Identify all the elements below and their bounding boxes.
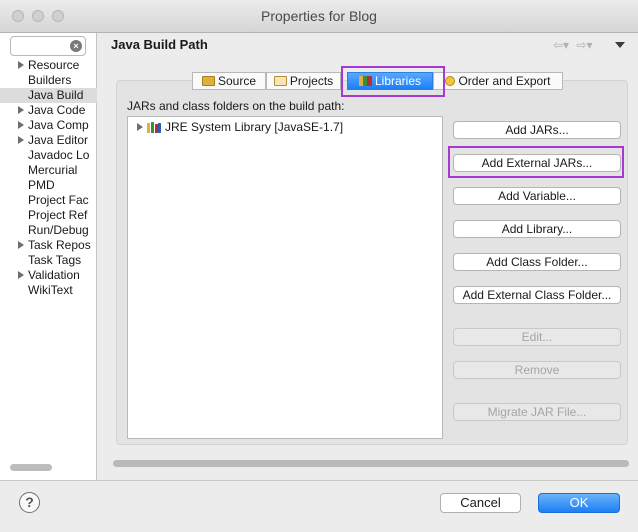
sidebar-item-label: Task Tags <box>28 253 82 267</box>
sidebar-item-task-repository[interactable]: Task Repos <box>0 238 97 253</box>
sidebar: × Resource Builders Java Build Java Code… <box>0 33 97 480</box>
add-external-class-folder-button[interactable]: Add External Class Folder... <box>453 286 621 304</box>
add-jars-button[interactable]: Add JARs... <box>453 121 621 139</box>
sidebar-item-pmd[interactable]: PMD <box>0 178 97 193</box>
add-library-button[interactable]: Add Library... <box>453 220 621 238</box>
sidebar-item-label: Java Build <box>28 88 84 102</box>
title-bar: Properties for Blog <box>0 0 638 33</box>
tab-order-and-export[interactable]: Order and Export <box>433 72 563 90</box>
sidebar-item-label: Validation <box>28 268 80 282</box>
sidebar-item-label: Task Repos <box>28 238 91 252</box>
sidebar-item-resource[interactable]: Resource <box>0 58 97 73</box>
tab-source[interactable]: Source <box>192 72 266 90</box>
sidebar-item-label: PMD <box>28 178 55 192</box>
help-button[interactable]: ? <box>19 492 40 513</box>
build-path-list[interactable]: JRE System Library [JavaSE-1.7] <box>127 116 443 439</box>
forward-arrow-icon[interactable]: ⇨▾ <box>576 38 592 52</box>
tab-label: Projects <box>289 74 334 88</box>
tab-label: Order and Export <box>458 74 551 88</box>
back-arrow-icon[interactable]: ⇦▾ <box>553 38 569 52</box>
tab-projects[interactable]: Projects <box>266 72 341 90</box>
sidebar-item-label: Run/Debug <box>28 223 89 237</box>
sidebar-item-label: Java Comp <box>28 118 89 132</box>
expand-arrow-icon[interactable] <box>137 123 143 131</box>
sidebar-item-task-tags[interactable]: Task Tags <box>0 253 97 268</box>
sidebar-item-mercurial[interactable]: Mercurial <box>0 163 97 178</box>
list-caption: JARs and class folders on the build path… <box>127 99 345 113</box>
add-class-folder-button[interactable]: Add Class Folder... <box>453 253 621 271</box>
navigation-arrows: ⇦▾ ⇨▾ <box>553 38 593 52</box>
window-title: Properties for Blog <box>261 8 377 24</box>
clear-filter-icon[interactable]: × <box>70 40 82 52</box>
sidebar-item-label: Resource <box>28 58 80 72</box>
sidebar-item-label: Project Ref <box>28 208 88 222</box>
add-variable-button[interactable]: Add Variable... <box>453 187 621 205</box>
sidebar-item-javadoc-location[interactable]: Javadoc Lo <box>0 148 97 163</box>
expand-arrow-icon[interactable] <box>18 121 24 129</box>
view-menu-icon[interactable] <box>615 42 625 48</box>
list-item[interactable]: JRE System Library [JavaSE-1.7] <box>128 117 442 137</box>
sidebar-item-label: WikiText <box>28 283 73 297</box>
filter-input[interactable]: × <box>10 36 86 56</box>
sidebar-item-label: Builders <box>28 73 72 87</box>
tab-label: Source <box>217 74 257 88</box>
sidebar-item-label: Java Editor <box>28 133 89 147</box>
sidebar-item-builders[interactable]: Builders <box>0 73 97 88</box>
order-export-icon <box>445 76 456 86</box>
add-external-jars-highlight <box>448 146 624 178</box>
footer-divider <box>0 480 638 481</box>
expand-arrow-icon[interactable] <box>18 241 24 249</box>
expand-arrow-icon[interactable] <box>18 106 24 114</box>
sidebar-item-label: Project Fac <box>28 193 89 207</box>
remove-button[interactable]: Remove <box>453 361 621 379</box>
sidebar-item-label: Mercurial <box>28 163 78 177</box>
expand-arrow-icon[interactable] <box>18 136 24 144</box>
jre-library-icon <box>147 122 161 133</box>
sidebar-item-project-facets[interactable]: Project Fac <box>0 193 97 208</box>
sidebar-item-java-compiler[interactable]: Java Comp <box>0 118 97 133</box>
expand-arrow-icon[interactable] <box>18 271 24 279</box>
page-title: Java Build Path <box>111 37 208 52</box>
cancel-button[interactable]: Cancel <box>440 493 521 513</box>
sidebar-item-java-code-style[interactable]: Java Code <box>0 103 97 118</box>
sidebar-item-java-build-path[interactable]: Java Build <box>0 88 97 103</box>
ok-button[interactable]: OK <box>538 493 620 513</box>
sidebar-item-wikitext[interactable]: WikiText <box>0 283 97 298</box>
source-folder-icon <box>201 76 215 86</box>
edit-button[interactable]: Edit... <box>453 328 621 346</box>
libraries-tab-highlight <box>341 66 445 97</box>
list-item-label: JRE System Library [JavaSE-1.7] <box>165 120 344 134</box>
sidebar-item-java-editor[interactable]: Java Editor <box>0 133 97 148</box>
projects-folder-icon <box>273 76 287 86</box>
sidebar-item-validation[interactable]: Validation <box>0 268 97 283</box>
migrate-jar-file-button[interactable]: Migrate JAR File... <box>453 403 621 421</box>
main-horizontal-scrollbar[interactable] <box>113 460 629 467</box>
sidebar-item-label: Java Code <box>28 103 86 117</box>
sidebar-horizontal-scrollbar[interactable] <box>10 464 52 471</box>
expand-arrow-icon[interactable] <box>18 61 24 69</box>
sidebar-item-label: Javadoc Lo <box>28 148 90 162</box>
sidebar-item-run-debug[interactable]: Run/Debug <box>0 223 97 238</box>
sidebar-item-project-references[interactable]: Project Ref <box>0 208 97 223</box>
